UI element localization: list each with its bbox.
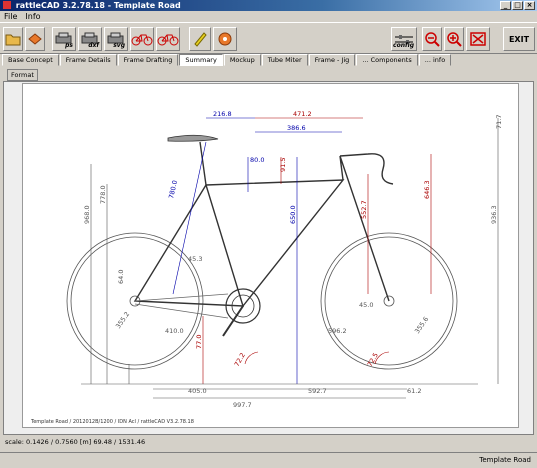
dim-355-6: 355.6 [413, 315, 430, 335]
fork [339, 155, 390, 302]
bike-settings-button[interactable] [213, 27, 237, 51]
dim-592-7: 592.7 [308, 387, 327, 395]
dim-45-0: 45.0 [359, 301, 373, 309]
status-bar: Template Road [0, 452, 537, 468]
render-button[interactable] [189, 27, 211, 51]
export-ps-button[interactable]: ps [52, 27, 76, 51]
tab-tube-miter[interactable]: Tube Miter [261, 54, 308, 66]
dim-72-2: 72.2 [233, 351, 247, 368]
dim-471-2: 471.2 [293, 110, 312, 118]
dim-386-6: 386.6 [287, 124, 306, 132]
exit-button[interactable]: EXIT [503, 27, 535, 51]
export-dxf-button[interactable]: dxf [78, 27, 102, 51]
tab-summary[interactable]: Summary [179, 54, 223, 66]
menu-bar: File Info [0, 11, 537, 22]
drawing-footer: Template Road / 2012012B/1200 / IDN Acl … [30, 419, 194, 425]
dim-91-5: 91.5 [279, 158, 287, 172]
dim-410-0: 410.0 [165, 327, 184, 335]
folder-icon [5, 34, 21, 46]
zoom-in-button[interactable] [444, 27, 464, 51]
maximize-button[interactable]: □ [512, 1, 523, 10]
dim-216-8: 216.8 [213, 110, 232, 118]
svg-label: svg [113, 42, 125, 49]
dim-968-0: 968.0 [83, 205, 91, 224]
dim-646-3: 646.3 [423, 180, 431, 199]
bike-geometry-drawing: 216.8 471.2 386.6 71.7 80.0 91.5 780.0 9… [30, 110, 503, 425]
zoom-in-icon [447, 32, 462, 47]
bike-compare-button[interactable] [156, 27, 180, 51]
dim-77-0: 77.0 [195, 335, 203, 349]
dim-71-7: 71.7 [495, 115, 503, 129]
bicycle-icon [157, 34, 179, 46]
zoom-out-button[interactable] [422, 27, 442, 51]
drawing-sheet[interactable]: 216.8 471.2 386.6 71.7 80.0 91.5 780.0 9… [22, 83, 519, 428]
rear-triangle [133, 183, 244, 307]
dxf-label: dxf [88, 42, 99, 49]
fit-view-button[interactable] [466, 27, 490, 51]
tab-components[interactable]: ... Components [356, 54, 418, 66]
save-icon [28, 33, 42, 45]
dim-355-2: 355.2 [114, 310, 131, 330]
dim-596-2: 596.2 [328, 327, 347, 335]
tab-bar: Base Concept Frame Details Frame Draftin… [0, 54, 537, 66]
export-svg-button[interactable]: svg [104, 27, 128, 51]
dim-650-0: 650.0 [289, 205, 297, 224]
dim-552-7: 552.7 [360, 200, 368, 219]
dim-45-3: 45.3 [188, 255, 202, 263]
status-project: Template Road [479, 456, 531, 464]
config-label: config [393, 42, 414, 49]
dim-64-0: 64.0 [117, 270, 125, 284]
saddle [167, 134, 219, 142]
dim-72-5: 72.5 [366, 351, 380, 368]
bicycle-gear-icon [218, 32, 232, 46]
scale-readout: scale: 0.1426 / 0.7560 [m] 69.48 / 1531.… [5, 438, 146, 446]
dim-61-2: 61.2 [407, 387, 421, 395]
open-folder-button[interactable] [3, 27, 23, 51]
tab-frame-details[interactable]: Frame Details [59, 54, 117, 66]
dim-780-0: 780.0 [167, 180, 179, 200]
app-icon [3, 1, 11, 9]
tab-mockup[interactable]: Mockup [223, 54, 261, 66]
tab-base-concept[interactable]: Base Concept [2, 54, 59, 66]
ps-label: ps [65, 42, 73, 49]
pencil-icon [194, 32, 207, 47]
minimize-button[interactable]: _ [500, 1, 511, 10]
format-button[interactable]: Format [7, 69, 38, 81]
toolbar: ps dxf svg config EXIT [0, 22, 537, 54]
close-button[interactable]: × [524, 1, 535, 10]
tab-frame-drafting[interactable]: Frame Drafting [117, 54, 179, 66]
bike-view-button[interactable] [130, 27, 154, 51]
zoom-out-icon [425, 32, 440, 47]
menu-info[interactable]: Info [25, 11, 40, 22]
fit-icon [470, 32, 486, 46]
dim-405-0: 405.0 [188, 387, 207, 395]
tab-info[interactable]: ... info [418, 54, 452, 66]
dim-80-0: 80.0 [250, 156, 264, 164]
dim-778-0: 778.0 [99, 185, 107, 204]
bicycle-icon [131, 34, 153, 46]
dim-997-7: 997.7 [233, 401, 252, 409]
config-button[interactable]: config [391, 27, 417, 51]
menu-file[interactable]: File [4, 11, 17, 22]
tab-frame-jig[interactable]: Frame - Jig [308, 54, 356, 66]
window-title: rattleCAD 3.2.78.18 - Template Road [15, 1, 181, 10]
title-bar: rattleCAD 3.2.78.18 - Template Road _ □ … [0, 0, 537, 11]
save-button[interactable] [25, 27, 45, 51]
dim-936-3: 936.3 [490, 205, 498, 224]
